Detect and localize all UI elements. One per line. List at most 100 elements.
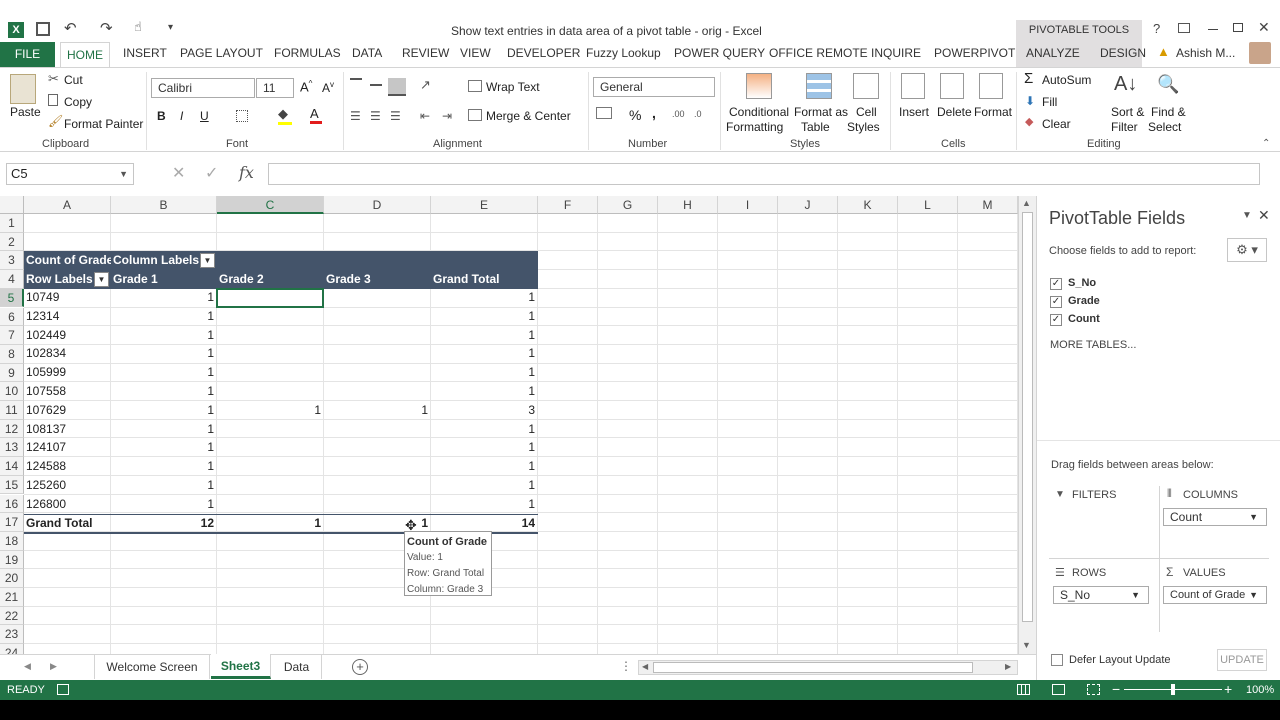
pivot-value-cell[interactable]: 1: [111, 457, 216, 476]
field-label-count[interactable]: Count: [1068, 313, 1100, 325]
align-left-icon[interactable]: ☰: [350, 109, 361, 123]
close-icon[interactable]: ✕: [1258, 19, 1270, 36]
pivot-row-label[interactable]: 102449: [24, 326, 111, 345]
more-tables-link[interactable]: MORE TABLES...: [1050, 339, 1136, 351]
defer-layout-checkbox[interactable]: [1051, 654, 1063, 666]
row-header-18[interactable]: 18: [0, 531, 24, 551]
pivot-value-cell[interactable]: 1: [431, 326, 537, 345]
pivot-value-cell[interactable]: 1: [431, 476, 537, 495]
column-header-a[interactable]: A: [24, 196, 111, 214]
tab-analyze[interactable]: ANALYZE: [1026, 46, 1080, 60]
cell-styles-button[interactable]: Cell: [856, 105, 877, 119]
pivot-value-cell[interactable]: 1: [111, 495, 216, 514]
format-painter-button[interactable]: Format Painter: [64, 117, 143, 131]
values-field-count-of-grade[interactable]: Count of Grade ▼: [1163, 586, 1267, 604]
user-avatar[interactable]: [1249, 42, 1271, 64]
font-name-select[interactable]: Calibri: [151, 78, 255, 98]
new-sheet-icon[interactable]: +: [352, 659, 368, 675]
align-right-icon[interactable]: ☰: [390, 109, 401, 123]
name-box[interactable]: C5 ▼: [6, 163, 134, 185]
pivot-value-cell[interactable]: 1: [111, 326, 216, 345]
page-layout-view-icon[interactable]: [1052, 684, 1065, 695]
align-top-icon[interactable]: [350, 78, 362, 88]
fill-icon[interactable]: ⬇: [1025, 94, 1035, 108]
fill-color-icon[interactable]: ◆: [278, 106, 292, 125]
format-cells-button[interactable]: Format: [974, 105, 1012, 119]
borders-icon[interactable]: [236, 110, 248, 122]
save-icon[interactable]: [36, 22, 50, 36]
comma-button[interactable]: ,: [652, 105, 656, 121]
pivot-value-cell[interactable]: 1: [111, 307, 216, 326]
touch-mode-icon[interactable]: ☝: [134, 19, 142, 35]
row-header-3[interactable]: 3: [0, 251, 24, 271]
clear-icon[interactable]: ◆: [1025, 115, 1033, 128]
pivot-value-cell[interactable]: 1: [431, 363, 537, 382]
pivot-value-cell[interactable]: 1: [111, 420, 216, 439]
row-header-17[interactable]: 17: [0, 513, 24, 532]
row-header-22[interactable]: 22: [0, 606, 24, 626]
sheet-tab-welcome-screen[interactable]: Welcome Screen: [94, 655, 210, 679]
merge-center-icon[interactable]: [468, 109, 482, 121]
cut-icon[interactable]: ✂: [48, 71, 59, 87]
underline-button[interactable]: U: [200, 109, 209, 123]
pivot-row-label[interactable]: 107629: [24, 401, 111, 420]
active-cell-selection[interactable]: [216, 288, 324, 308]
grand-total-grade2[interactable]: 1: [217, 514, 323, 533]
pivot-col-header-grade2[interactable]: Grade 2: [217, 270, 322, 289]
row-filter-button[interactable]: ▼: [94, 272, 109, 287]
macro-record-icon[interactable]: [57, 684, 69, 695]
column-header-b[interactable]: B: [111, 196, 217, 214]
pivot-value-cell[interactable]: 1: [431, 307, 537, 326]
grand-total-label[interactable]: Grand Total: [24, 514, 111, 533]
sheet-prev-icon[interactable]: ◀: [24, 661, 31, 672]
paste-icon[interactable]: [10, 74, 36, 104]
pivot-col-header-grade3[interactable]: Grade 3: [324, 270, 429, 289]
pivot-value-cell[interactable]: [324, 344, 430, 363]
insert-cells-button[interactable]: Insert: [899, 105, 929, 119]
conditional-formatting-icon[interactable]: [746, 73, 772, 99]
column-header-l[interactable]: L: [898, 196, 958, 214]
pivot-value-cell[interactable]: [217, 457, 323, 476]
grow-font-icon[interactable]: A^: [300, 79, 312, 94]
wrap-text-icon[interactable]: [468, 80, 482, 92]
align-center-icon[interactable]: ☰: [370, 109, 381, 123]
autosum-icon[interactable]: Σ: [1024, 70, 1033, 87]
autosum-button[interactable]: AutoSum: [1042, 73, 1091, 87]
pivot-value-cell[interactable]: 1: [431, 382, 537, 401]
pivot-value-cell[interactable]: [217, 344, 323, 363]
increase-decimal-icon[interactable]: .00: [672, 109, 685, 119]
tab-power-query[interactable]: POWER QUERY: [674, 46, 765, 60]
align-middle-icon[interactable]: [370, 84, 382, 86]
zoom-level[interactable]: 100%: [1246, 684, 1274, 696]
conditional-formatting-button[interactable]: Conditional: [729, 105, 789, 119]
pivot-value-cell[interactable]: [217, 495, 323, 514]
sort-filter-icon[interactable]: A↓: [1114, 73, 1137, 96]
field-label-grade[interactable]: Grade: [1068, 295, 1100, 307]
pivot-value-cell[interactable]: [324, 307, 430, 326]
tab-design[interactable]: DESIGN: [1100, 46, 1146, 60]
pivot-column-labels[interactable]: Column Labels: [111, 251, 201, 270]
pivot-value-cell[interactable]: [324, 438, 430, 457]
help-icon[interactable]: ?: [1153, 21, 1160, 36]
find-select-button[interactable]: Find &: [1151, 105, 1186, 119]
scroll-left-icon[interactable]: ◀: [642, 662, 648, 671]
pivot-row-label[interactable]: 12314: [24, 307, 111, 326]
tab-insert[interactable]: INSERT: [123, 46, 167, 60]
redo-icon[interactable]: ↷: [100, 19, 113, 37]
row-header-13[interactable]: 13: [0, 438, 24, 458]
pivot-value-cell[interactable]: [217, 420, 323, 439]
tab-formulas[interactable]: FORMULAS: [274, 46, 341, 60]
increase-indent-icon[interactable]: ⇥: [442, 109, 452, 123]
copy-button[interactable]: Copy: [64, 95, 92, 109]
cell-styles-icon[interactable]: [853, 73, 879, 99]
tab-split-handle-icon[interactable]: ⋮: [620, 659, 632, 673]
ribbon-display-icon[interactable]: [1178, 23, 1190, 33]
pivot-value-cell[interactable]: 1: [431, 344, 537, 363]
column-header-i[interactable]: I: [718, 196, 778, 214]
column-header-m[interactable]: M: [958, 196, 1018, 214]
cancel-entry-icon[interactable]: ✕: [172, 163, 185, 183]
decrease-indent-icon[interactable]: ⇤: [420, 109, 430, 123]
pivot-value-cell[interactable]: [217, 326, 323, 345]
column-header-e[interactable]: E: [431, 196, 538, 214]
field-checkbox-count[interactable]: ✓: [1050, 314, 1062, 326]
